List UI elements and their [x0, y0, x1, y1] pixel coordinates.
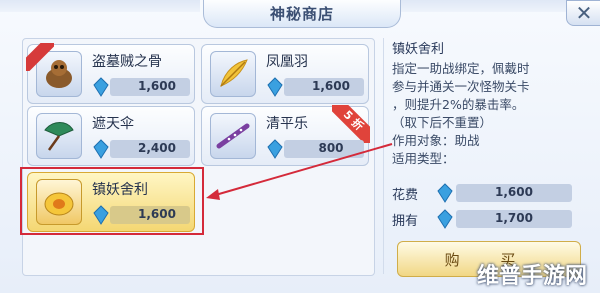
selection-highlight: [20, 167, 204, 235]
close-icon: ✕: [575, 1, 593, 25]
desc-line: 指定一助战绑定，佩戴时: [392, 61, 530, 76]
ribbon-badge: [26, 43, 54, 71]
owned-row: 拥有 1,700: [392, 208, 582, 230]
currency-icon: [437, 209, 453, 229]
close-button[interactable]: ✕: [566, 0, 600, 26]
desc-line: 作用对象：助战: [392, 133, 480, 148]
currency-icon: [93, 139, 109, 159]
title-bar: 神秘商店: [203, 0, 401, 28]
shop-item-flute[interactable]: 5 折 清平乐 800: [201, 105, 370, 166]
title-decoration-left: [0, 0, 200, 12]
currency-icon: [267, 77, 283, 97]
item-price: 2,400: [138, 141, 176, 155]
cost-value: 1,600: [495, 185, 533, 199]
currency-icon: [267, 139, 283, 159]
umbrella-icon: [36, 113, 82, 159]
watermark-text: 维普手游网: [477, 264, 588, 289]
item-name: 凤凰羽: [266, 54, 308, 70]
item-price: 800: [318, 141, 344, 155]
item-name: 盗墓贼之骨: [92, 54, 162, 70]
item-price: 1,600: [312, 79, 350, 93]
detail-title: 镇妖舍利: [392, 42, 445, 57]
desc-line: 适用类型：: [392, 151, 455, 166]
detail-description: 指定一助战绑定，佩戴时 参与并通关一次怪物关卡 ，则提升2%的暴击率。 （取下后…: [392, 60, 586, 166]
desc-line: 参与并通关一次怪物关卡: [392, 79, 530, 94]
owned-label: 拥有: [392, 214, 419, 229]
divider: [383, 38, 384, 274]
desc-line: ，则提升2%的暴击率。: [392, 97, 525, 112]
sale-badge: 5 折: [332, 105, 370, 143]
item-name: 清平乐: [266, 116, 308, 132]
cost-label: 花费: [392, 188, 419, 203]
item-name: 遮天伞: [92, 116, 134, 132]
shop-item-phoenix[interactable]: 凤凰羽 1,600: [201, 44, 369, 104]
currency-icon: [93, 77, 109, 97]
currency-icon: [437, 183, 453, 203]
item-price: 1,600: [138, 79, 176, 93]
window-title: 神秘商店: [269, 5, 334, 23]
shop-item-umbrella[interactable]: 遮天伞 2,400: [27, 106, 195, 166]
flute-icon: [210, 113, 256, 159]
cost-row: 花费 1,600: [392, 182, 582, 204]
phoenix-feather-icon: [210, 51, 256, 97]
desc-line: （取下后不重置）: [392, 115, 493, 130]
shop-item-bone[interactable]: 盗墓贼之骨 1,600: [26, 43, 195, 104]
owned-value: 1,700: [495, 211, 533, 225]
